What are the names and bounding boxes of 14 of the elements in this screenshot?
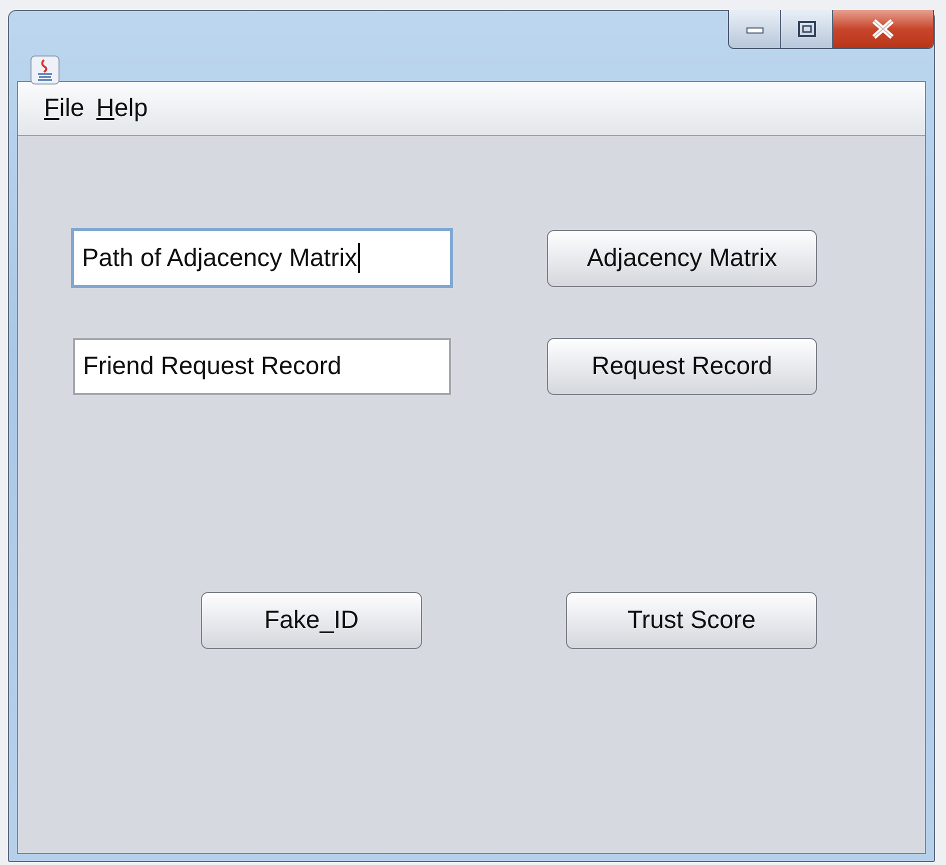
adjacency-matrix-button[interactable]: Adjacency Matrix: [547, 230, 817, 286]
menu-item[interactable]: File: [44, 94, 84, 123]
maximize-icon: [796, 20, 816, 38]
menu-item[interactable]: Help: [96, 94, 148, 123]
coffee-cup-icon: [30, 55, 60, 85]
minimize-button[interactable]: [729, 10, 781, 48]
fake-id-button[interactable]: Fake_ID: [201, 592, 422, 649]
maximize-button[interactable]: [781, 10, 833, 48]
close-button[interactable]: [833, 10, 933, 48]
trust-score-button[interactable]: Trust Score: [566, 592, 817, 649]
text-field[interactable]: Path of Adjacency Matrix: [71, 228, 453, 288]
close-icon: [870, 18, 896, 40]
text-field[interactable]: Friend Request Record: [73, 338, 451, 395]
request-record-button[interactable]: Request Record: [547, 338, 817, 395]
